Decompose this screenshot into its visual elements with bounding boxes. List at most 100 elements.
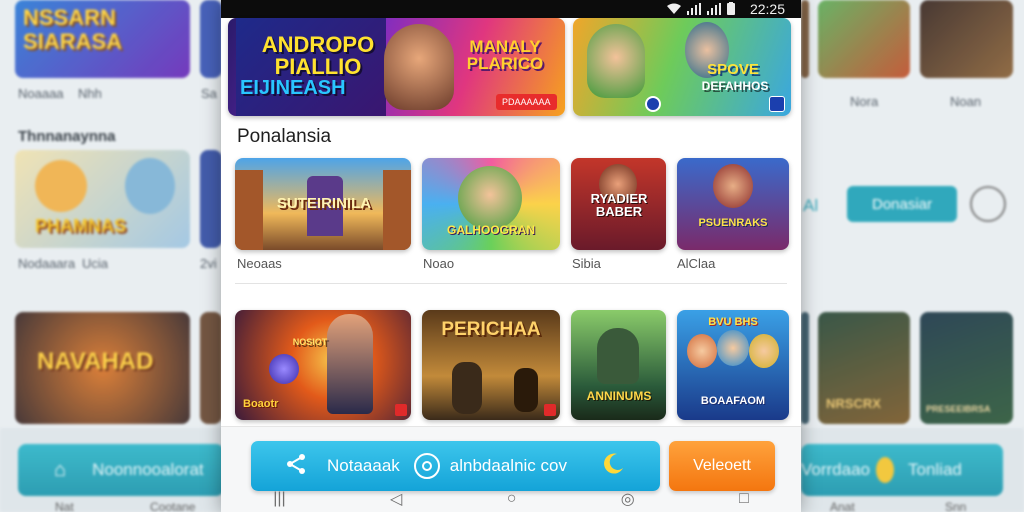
home-icon: ⌂	[54, 458, 67, 481]
moon-icon	[601, 452, 625, 481]
assistant-icon[interactable]: ◎	[621, 489, 635, 509]
bg-left-button-label: Noonnooalorat	[92, 460, 204, 479]
recent-apps-icon[interactable]: |||	[273, 490, 285, 508]
game-thumbnail[interactable]: RYADIER BABER	[571, 158, 666, 250]
bg-game-tile	[200, 312, 222, 424]
bg-left-button: ⌂ Noonnooalorat	[18, 444, 224, 496]
signal-icon	[687, 2, 701, 18]
thumbnail-label: Neoaas	[237, 256, 282, 271]
banner-badge: PDAAAAAA	[496, 94, 557, 110]
thumbnail-art-title: PSUENRAKS	[698, 217, 768, 229]
bg-tile-label: Nodaaara	[18, 256, 76, 271]
character-art	[514, 368, 538, 412]
bg-game-tile	[818, 0, 910, 78]
welcome-button[interactable]: Veleoett	[669, 441, 775, 491]
phone-screen: 22:25 ANDROPO PIALLIO EIJINEASH MANALY P…	[221, 0, 801, 512]
game-thumbnail[interactable]: NOSIOT Boaotr	[235, 310, 411, 420]
bg-tile-title: PHAMNAS	[35, 216, 127, 236]
bg-right-button-label: Tonliad	[908, 460, 962, 479]
corner-badge-icon	[544, 404, 556, 416]
orb-art	[269, 354, 299, 384]
bg-circle-icon	[970, 186, 1006, 222]
thumbnail-art-title: RYADIER BABER	[590, 191, 648, 219]
play-badge-icon	[645, 96, 661, 112]
banner-title: SPOVE	[707, 61, 759, 78]
bg-donate-button: Donasiar	[847, 186, 957, 222]
bg-right-button-partial: Vorrdaao	[801, 460, 870, 479]
system-nav-bar: ||| ◁ ○ ◎ □	[221, 486, 801, 512]
banner-title-secondary: MANALY PLARICO	[466, 37, 544, 73]
character-art	[713, 164, 753, 208]
thumbnail-label: AlClaa	[677, 256, 716, 271]
game-thumbnail[interactable]: BVU BHS BOAAFAOM	[677, 310, 789, 420]
bg-tile-label: Nhh	[78, 86, 102, 101]
bg-nav-label: Anat	[830, 500, 855, 512]
section-title: Ponalansia	[237, 126, 332, 147]
game-thumbnail[interactable]: GALHOOGRAN	[422, 158, 560, 250]
game-thumbnail[interactable]: PERICHAA	[422, 310, 560, 420]
character-art	[327, 314, 373, 414]
bg-section-heading: Thnnanaynna	[18, 128, 116, 145]
status-icons	[667, 2, 735, 18]
bg-tile-title: NRSCRX	[826, 396, 881, 411]
game-thumbnail[interactable]: PSUENRAKS	[677, 158, 789, 250]
thumbnail-label: Noao	[423, 256, 455, 271]
featured-banner[interactable]: ANDROPO PIALLIO EIJINEASH MANALY PLARICO…	[228, 18, 565, 116]
thumbnail-label: Sibia	[572, 256, 601, 271]
thumbnail-art-title: GALHOOGRAN	[447, 223, 535, 237]
wifi-icon	[667, 3, 681, 18]
bg-tile-label: Sa	[201, 86, 217, 101]
share-button-label: Notaaaak	[327, 456, 400, 475]
thumbnail-art-title: NOSIOT	[292, 337, 328, 347]
bg-nav-label: Nat	[55, 500, 74, 512]
back-icon[interactable]: ◁	[390, 489, 402, 509]
corner-badge-icon	[395, 404, 407, 416]
thumbnail-art-title: SUTEIRINILA	[276, 195, 372, 212]
bg-game-tile	[801, 312, 809, 424]
bg-right-button: Vorrdaao Tonliad	[801, 444, 1003, 496]
thumbnail-art-title: ANNINUMS	[586, 389, 652, 403]
thumbnail-art-title: PERICHAA	[441, 319, 541, 340]
character-art	[687, 334, 717, 368]
bg-game-tile	[200, 0, 222, 78]
bg-tile-label: Noan	[950, 94, 982, 109]
status-bar: 22:25	[221, 0, 801, 18]
character-art	[384, 24, 454, 110]
square-icon[interactable]: □	[739, 490, 749, 508]
coin-icon	[876, 457, 894, 483]
link-icon	[413, 453, 440, 479]
share-button[interactable]: Notaaaak alnbdaalnic cov	[251, 441, 660, 491]
game-thumbnail[interactable]: ANNINUMS	[571, 310, 666, 420]
bg-tile-title: NSSARN SIARASA	[23, 5, 123, 55]
bg-game-tile	[920, 0, 1013, 78]
bg-tile-label: Ucia	[82, 256, 109, 271]
character-art	[587, 24, 645, 98]
bg-tile-title: PRESEEIBRSA	[926, 404, 991, 414]
featured-banner[interactable]: SPOVE DEFAHHOS	[573, 18, 791, 116]
section-divider	[235, 283, 787, 284]
home-icon[interactable]: ○	[507, 490, 517, 508]
bg-tile-title: NAVAHAD	[37, 348, 154, 375]
bg-tile-label: Noaaaa	[18, 86, 64, 101]
signal-icon	[707, 2, 721, 18]
character-art	[458, 166, 522, 230]
thumbnail-top-title: BVU BHS	[708, 316, 758, 328]
bg-game-tile	[801, 0, 809, 78]
bg-game-tile: NAVAHAD	[15, 312, 190, 424]
banner-subtitle: EIJINEASH	[240, 77, 346, 99]
status-time: 22:25	[749, 1, 785, 17]
character-art	[717, 330, 749, 366]
bg-game-tile: PHAMNAS	[15, 150, 190, 248]
banner-subtitle: DEFAHHOS	[701, 79, 769, 93]
bg-game-tile: NRSCRX	[818, 312, 910, 424]
share-button-suffix: alnbdaalnic cov	[449, 456, 567, 475]
close-icon[interactable]	[769, 96, 785, 112]
game-thumbnail[interactable]: SUTEIRINILA	[235, 158, 411, 250]
bg-tile-label: 2vi	[200, 256, 217, 271]
character-art	[597, 328, 639, 384]
bg-tile-label: Nora	[850, 94, 879, 109]
bg-game-tile: PRESEEIBRSA	[920, 312, 1013, 424]
banner-title: ANDROPO PIALLIO	[261, 32, 375, 79]
character-art	[749, 334, 779, 368]
bg-nav-label: Cootane	[150, 500, 196, 512]
